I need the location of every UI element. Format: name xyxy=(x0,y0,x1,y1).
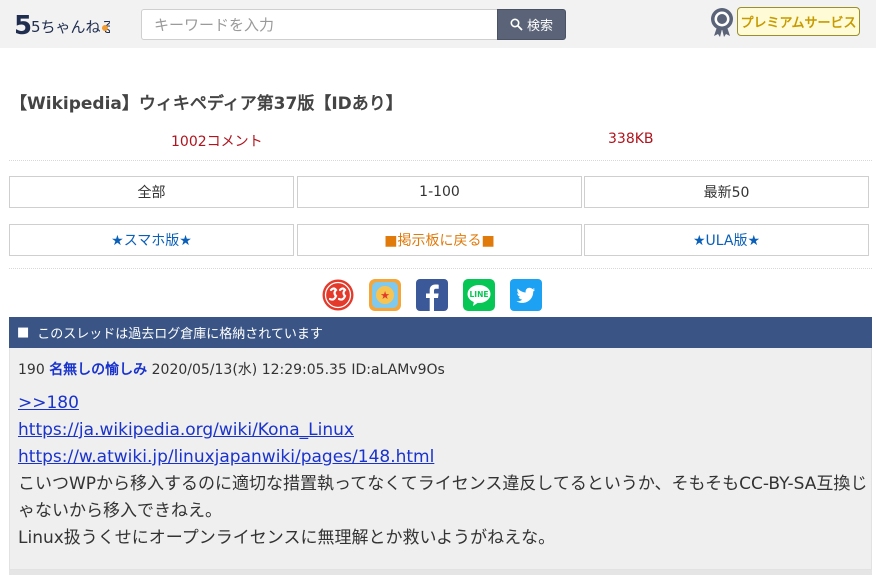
atwiki-link[interactable]: https://w.atwiki.jp/linuxjapanwiki/pages… xyxy=(18,444,868,471)
svg-text:5: 5 xyxy=(14,11,32,40)
post: 190 名無しの愉しみ 2020/05/13(水) 12:29:05.35 ID… xyxy=(9,348,872,570)
line-icon[interactable]: LINE xyxy=(463,279,495,311)
app-share-icon[interactable]: ★ xyxy=(369,279,401,311)
comment-count: 1002コメント xyxy=(171,134,263,150)
post-body: >>180 https://ja.wikipedia.org/wiki/Kona… xyxy=(18,390,868,552)
search-button[interactable]: 検索 xyxy=(497,9,566,40)
post-datetime: 2020/05/13(水) 12:29:05.35 xyxy=(151,362,347,378)
ula-version-label: ★ULA版★ xyxy=(692,233,761,249)
back-to-board-label: ■掲示板に戻る■ xyxy=(384,233,495,249)
site-logo[interactable]: 5 5ちゃんねる xyxy=(14,8,110,40)
show-1-100-label: 1-100 xyxy=(419,184,460,200)
archive-marker: ■ xyxy=(17,325,30,340)
latest-50-button[interactable]: 最新50 xyxy=(584,176,869,208)
svg-text:★: ★ xyxy=(380,289,390,302)
premium-service-button[interactable]: プレミアムサービス xyxy=(737,7,860,36)
ula-version-button[interactable]: ★ULA版★ xyxy=(584,224,869,256)
svg-text:LINE: LINE xyxy=(470,290,489,299)
post-header: 190 名無しの愉しみ 2020/05/13(水) 12:29:05.35 ID… xyxy=(18,359,445,379)
search-icon xyxy=(510,18,523,31)
ss-share-icon[interactable] xyxy=(322,279,354,311)
header: 5 5ちゃんねる 検索 プレミアムサービス xyxy=(0,0,876,48)
search-input[interactable] xyxy=(141,9,497,40)
facebook-icon[interactable] xyxy=(416,279,448,311)
back-to-board-button[interactable]: ■掲示板に戻る■ xyxy=(297,224,582,256)
archive-notice-text: このスレッドは過去ログ倉庫に格納されています xyxy=(37,327,323,342)
post-text: こいつWPから移入するのに適切な措置執ってなくてライセンス違反してるというか、そ… xyxy=(18,474,868,521)
smartphone-version-label: ★スマホ版★ xyxy=(111,233,192,249)
wikipedia-link[interactable]: https://ja.wikipedia.org/wiki/Kona_Linux xyxy=(18,417,868,444)
thread-title: 【Wikipedia】ウィキペディア第37版【IDあり】 xyxy=(10,94,403,114)
premium-badge-icon[interactable] xyxy=(709,7,735,37)
archive-notice-bar: ■ このスレッドは過去ログ倉庫に格納されています xyxy=(9,317,872,348)
show-1-100-button[interactable]: 1-100 xyxy=(297,176,582,208)
show-all-label: 全部 xyxy=(137,185,166,201)
search-button-label: 検索 xyxy=(526,19,553,34)
logo-text: 5ちゃんねる xyxy=(31,18,110,36)
show-all-button[interactable]: 全部 xyxy=(9,176,294,208)
divider xyxy=(9,268,872,269)
next-post-edge xyxy=(9,570,872,575)
poster-id[interactable]: ID:aLAMv9Os xyxy=(351,362,445,378)
thread-size: 338KB xyxy=(608,131,654,147)
latest-50-label: 最新50 xyxy=(703,185,750,201)
divider xyxy=(9,160,872,161)
smartphone-version-button[interactable]: ★スマホ版★ xyxy=(9,224,294,256)
twitter-icon[interactable] xyxy=(510,279,542,311)
reply-anchor-link[interactable]: >>180 xyxy=(18,390,868,417)
premium-service-label: プレミアムサービス xyxy=(740,16,857,31)
post-text: Linux扱うくせにオープンライセンスに無理解とか救いようがねえな。 xyxy=(18,528,556,548)
post-number[interactable]: 190 xyxy=(18,362,45,378)
poster-name: 名無しの愉しみ xyxy=(49,362,148,378)
